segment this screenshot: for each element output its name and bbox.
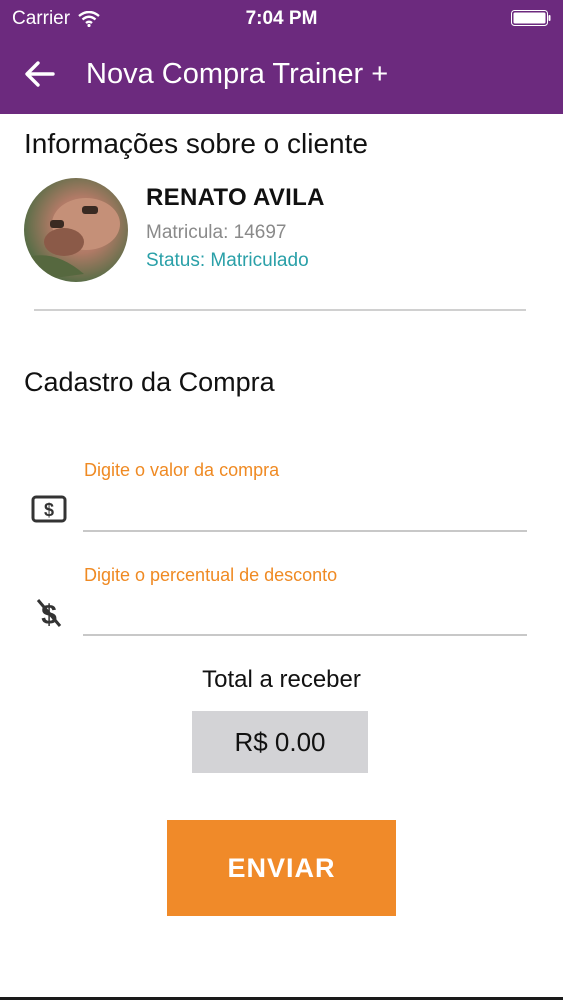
total-value: R$ 0.00	[192, 711, 368, 773]
status-time: 7:04 PM	[245, 8, 318, 29]
dollar-bill-icon: $	[31, 495, 67, 523]
arrow-left-icon[interactable]	[22, 56, 58, 92]
status-bar: Carrier 7:04 PM	[0, 0, 563, 38]
purchase-value-input[interactable]	[83, 496, 527, 532]
discount-percent-input[interactable]	[83, 600, 527, 636]
nav-bar: Nova Compra Trainer +	[0, 38, 563, 114]
svg-text:$: $	[44, 500, 54, 520]
client-section-title: Informações sobre o cliente	[24, 128, 368, 159]
total-label: Total a receber	[202, 666, 361, 693]
no-dollar-icon: $	[36, 599, 62, 630]
discount-field-label: Digite o percentual de desconto	[84, 565, 338, 585]
client-name: RENATO AVILA	[146, 184, 325, 211]
submit-button[interactable]: ENVIAR	[167, 820, 396, 916]
page-title: Nova Compra Trainer +	[86, 58, 389, 90]
avatar-photo	[24, 198, 120, 282]
avatar	[24, 178, 128, 282]
client-registration: Matricula: 14697	[146, 222, 287, 243]
battery-icon	[511, 10, 551, 26]
purchase-section-title: Cadastro da Compra	[24, 367, 275, 397]
value-field-label: Digite o valor da compra	[84, 460, 280, 480]
divider	[34, 309, 526, 311]
client-status: Status: Matriculado	[146, 250, 309, 271]
